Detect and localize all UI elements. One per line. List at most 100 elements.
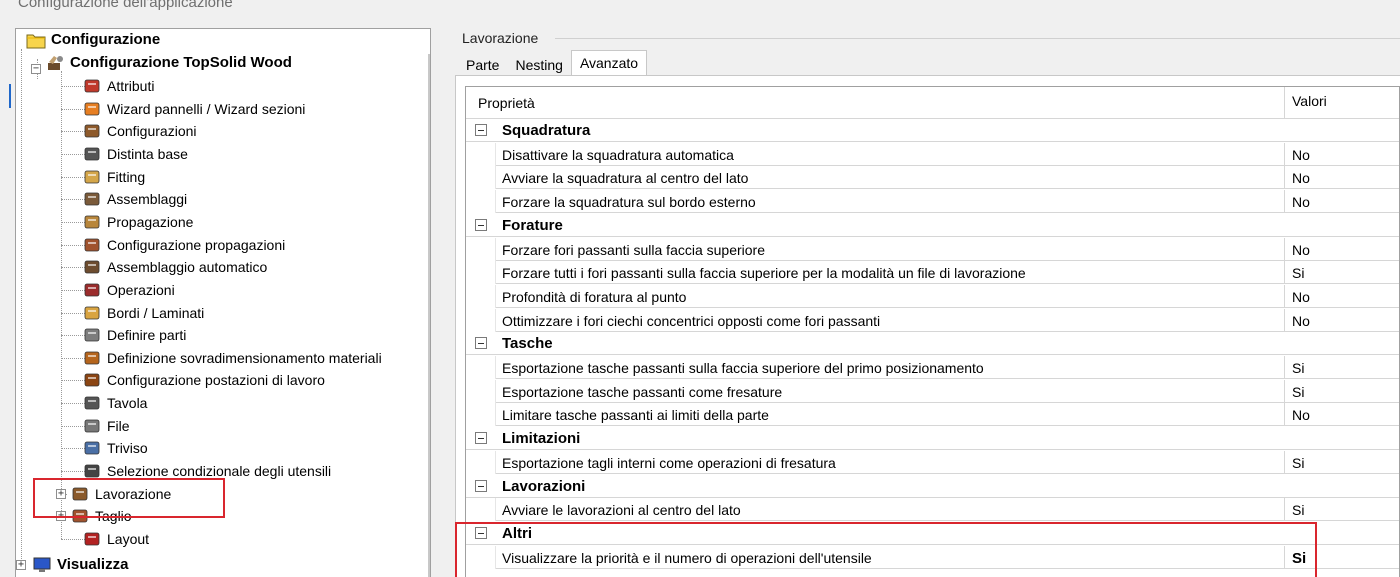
tree-label: Triviso [107, 440, 148, 457]
tree-node-edges[interactable]: Bordi / Laminati [49, 302, 204, 324]
collapse-toggle[interactable] [475, 337, 487, 350]
property-row[interactable]: Ottimizzare i fori ciechi concentrici op… [466, 308, 1399, 332]
tree-node-propagation-config[interactable]: Configurazione propagazioni [49, 234, 285, 256]
tree-node-panel-wizard[interactable]: Wizard pannelli / Wizard sezioni [49, 98, 305, 120]
tree-label: Propagazione [107, 213, 194, 230]
property-value[interactable]: No [1292, 289, 1310, 305]
tree-node-color-wheel[interactable]: Attributi [49, 75, 154, 97]
tab-nesting[interactable]: Nesting [507, 54, 570, 76]
tree-node-assembly[interactable]: Assemblaggi [49, 188, 187, 210]
property-value[interactable]: No [1292, 170, 1310, 186]
row-indent [466, 284, 496, 308]
property-value[interactable]: No [1292, 147, 1310, 163]
property-value[interactable]: Si [1292, 455, 1304, 471]
property-row[interactable]: Disattivare la squadratura automatica No [466, 142, 1399, 166]
property-label: Esportazione tagli interni come operazio… [502, 454, 836, 471]
tree-node-topsolid-wood[interactable]: − Configurazione TopSolid Wood [31, 52, 292, 74]
category-row-squadratura[interactable]: Squadratura [466, 119, 1399, 142]
collapse-toggle[interactable] [475, 432, 487, 445]
tree-label: Layout [107, 531, 150, 547]
property-row[interactable]: Limitare tasche passanti ai limiti della… [466, 403, 1399, 427]
column-divider [1284, 166, 1285, 190]
collapse-toggle[interactable] [475, 124, 487, 136]
property-value[interactable]: No [1292, 242, 1310, 258]
tree-node-fitting[interactable]: Fitting [49, 166, 145, 188]
collapse-toggle[interactable] [475, 479, 487, 492]
row-indent [466, 190, 496, 214]
property-label: Forzare fori passanti sulla faccia super… [502, 241, 766, 258]
tab-parte[interactable]: Parte [458, 54, 507, 76]
collapse-toggle[interactable] [475, 218, 487, 231]
tree-label: Distinta base [107, 145, 188, 162]
tree-node-file[interactable]: File [49, 415, 130, 437]
property-row[interactable]: Esportazione tasche passanti come fresat… [466, 379, 1399, 403]
tree-label: Attributi [107, 78, 155, 94]
property-row[interactable]: Profondità di foratura al punto No [466, 284, 1399, 308]
tree-node-auto-assembly[interactable]: Assemblaggio automatico [49, 256, 267, 278]
tree-label: Visualizza [57, 556, 129, 573]
property-value[interactable]: No [1292, 313, 1310, 329]
assembly-icon [82, 190, 102, 208]
column-divider [1284, 498, 1285, 522]
tree-node-define-parts[interactable]: Definire parti [49, 324, 186, 346]
property-row[interactable]: Esportazione tasche passanti sulla facci… [466, 356, 1399, 379]
category-label: Forature [502, 216, 563, 234]
column-divider [1284, 142, 1285, 166]
property-value[interactable]: Si [1292, 384, 1304, 400]
file-icon [82, 417, 102, 435]
tree-node-configurations[interactable]: Configurazioni [49, 120, 197, 142]
propagation-config-icon [82, 236, 102, 254]
property-row[interactable]: Avviare le lavorazioni al centro del lat… [466, 498, 1399, 522]
category-row-forature[interactable]: Forature [466, 213, 1399, 237]
column-header-property[interactable]: Proprietà [478, 95, 535, 111]
column-divider [1284, 190, 1285, 214]
property-grid[interactable]: Proprietà Valori Squadratura Disattivare … [465, 86, 1400, 577]
configurations-icon [82, 122, 102, 140]
expand-toggle[interactable]: + [16, 560, 26, 570]
row-indent [466, 166, 496, 190]
property-row[interactable]: Forzare tutti i fori passanti sulla facc… [466, 261, 1399, 285]
category-label: Limitazioni [502, 430, 581, 448]
tree-node-material-oversize[interactable]: Definizione sovradimensionamento materia… [49, 347, 382, 369]
row-indent [466, 356, 496, 379]
category-row-lavorazioni[interactable]: Lavorazioni [466, 474, 1399, 498]
property-value[interactable]: Si [1292, 265, 1304, 281]
operations-icon [82, 281, 102, 299]
collapse-toggle[interactable]: − [31, 64, 41, 74]
edges-icon [82, 304, 102, 322]
tree-node-operations[interactable]: Operazioni [49, 279, 175, 301]
category-row-tasche[interactable]: Tasche [466, 332, 1399, 356]
property-row[interactable]: Forzare fori passanti sulla faccia super… [466, 237, 1399, 261]
tree-splitter[interactable] [428, 54, 430, 577]
property-row[interactable]: Avviare la squadratura al centro del lat… [466, 166, 1399, 190]
property-value[interactable]: Si [1292, 360, 1304, 376]
tree-node-workstation[interactable]: Configurazione postazioni di lavoro [49, 369, 325, 391]
property-label: Avviare la squadratura al centro del lat… [502, 170, 749, 187]
define-parts-icon [82, 326, 102, 344]
category-row-limitazioni[interactable]: Limitazioni [466, 427, 1399, 451]
property-row[interactable]: Forzare la squadratura sul bordo esterno… [466, 190, 1399, 214]
property-value[interactable]: Si [1292, 502, 1304, 518]
tree-label: Configurazione TopSolid Wood [70, 54, 292, 71]
tab-avanzato[interactable]: Avanzato [570, 50, 648, 76]
tree-node-drawing-board[interactable]: Tavola [49, 392, 147, 414]
tree-node-triviso[interactable]: Triviso [49, 437, 148, 459]
property-value[interactable]: No [1292, 407, 1310, 423]
column-header-value[interactable]: Valori [1292, 93, 1327, 109]
column-divider[interactable] [1284, 87, 1285, 119]
tree-node-layout[interactable]: Layout [49, 528, 149, 550]
property-value[interactable]: No [1292, 194, 1310, 210]
group-divider [555, 38, 1400, 39]
property-label: Esportazione tasche passanti come fresat… [502, 383, 783, 400]
tree-node-visualizza[interactable]: + Visualizza [16, 554, 128, 576]
category-label: Squadratura [502, 122, 591, 139]
column-divider [1284, 237, 1285, 261]
tree-node-bill-of-materials[interactable]: Distinta base [49, 143, 188, 165]
property-label: Profondità di foratura al punto [502, 288, 687, 305]
triviso-icon [82, 439, 102, 457]
tree-node-propagation[interactable]: Propagazione [49, 211, 193, 233]
tree-node-configurazione[interactable]: Configurazione [26, 29, 160, 51]
bill-of-materials-icon [82, 145, 102, 163]
tree-label: Assemblaggi [107, 191, 188, 208]
property-row[interactable]: Esportazione tagli interni come operazio… [466, 450, 1399, 474]
